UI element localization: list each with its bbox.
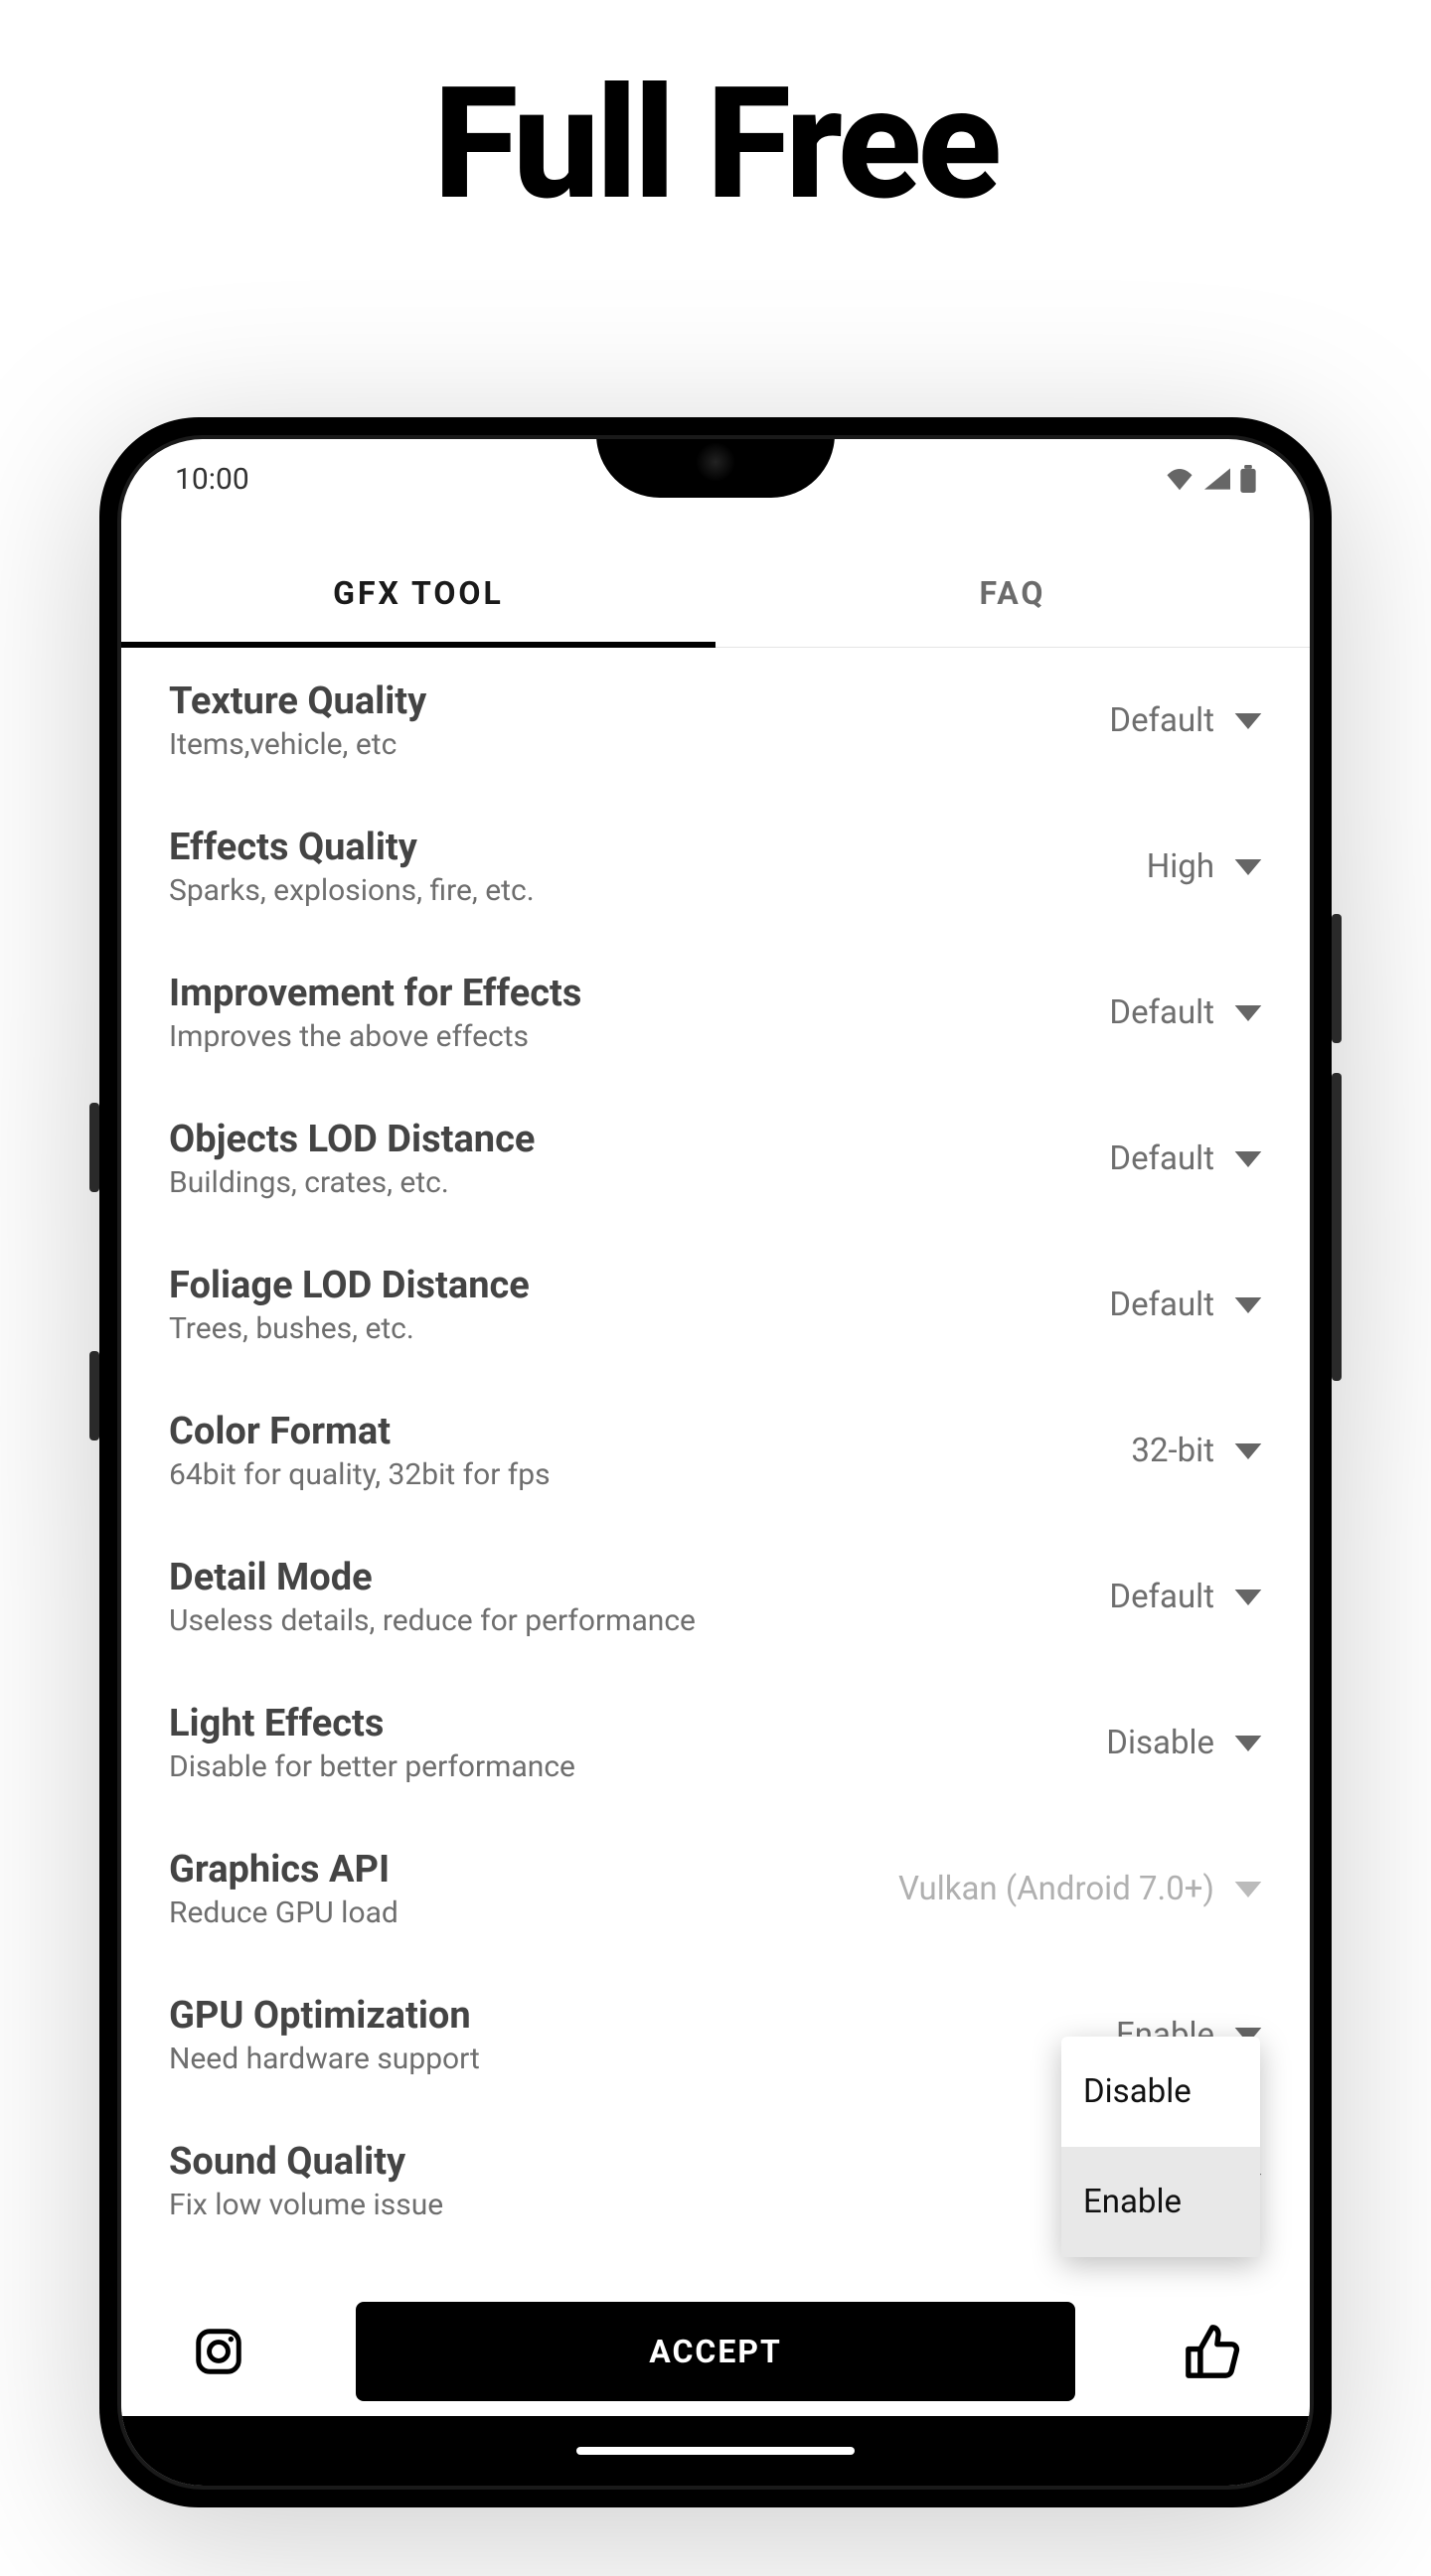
battery-icon (1240, 465, 1256, 493)
phone-side-button (89, 1351, 99, 1440)
bottom-bar: ACCEPT (121, 2287, 1310, 2416)
phone-side-button (1332, 1073, 1342, 1381)
thumbs-up-icon (1184, 2323, 1241, 2380)
tab-gfx-tool[interactable]: GFX TOOL (121, 538, 716, 647)
setting-title: Foliage LOD Distance (169, 1264, 1109, 1307)
setting-title: GPU Optimization (169, 1994, 1116, 2038)
setting-value: Disable (1106, 1724, 1214, 1762)
setting-subtitle: Fix low volume issue (169, 2188, 1214, 2222)
like-button[interactable] (1185, 2324, 1240, 2379)
chevron-down-icon (1234, 1882, 1262, 1897)
instagram-button[interactable] (191, 2324, 246, 2379)
setting-foliage-lod-distance[interactable]: Foliage LOD Distance Trees, bushes, etc.… (169, 1232, 1262, 1378)
chevron-down-icon (1234, 1005, 1262, 1021)
setting-objects-lod-distance[interactable]: Objects LOD Distance Buildings, crates, … (169, 1086, 1262, 1232)
setting-subtitle: Improves the above effects (169, 1019, 1109, 1054)
setting-subtitle: Buildings, crates, etc. (169, 1165, 1109, 1200)
dropdown-item-enable[interactable]: Enable (1061, 2147, 1260, 2257)
setting-effects-quality[interactable]: Effects Quality Sparks, explosions, fire… (169, 794, 1262, 940)
setting-value: Default (1109, 1139, 1214, 1178)
setting-value: Default (1109, 1286, 1214, 1324)
accept-label: ACCEPT (649, 2333, 782, 2370)
setting-graphics-api[interactable]: Graphics API Reduce GPU load Vulkan (And… (169, 1816, 1262, 1962)
setting-improvement-for-effects[interactable]: Improvement for Effects Improves the abo… (169, 940, 1262, 1086)
setting-color-format[interactable]: Color Format 64bit for quality, 32bit fo… (169, 1378, 1262, 1524)
setting-subtitle: Need hardware support (169, 2042, 1116, 2076)
setting-title: Objects LOD Distance (169, 1118, 1109, 1161)
phone-camera (696, 442, 735, 482)
tabs: GFX TOOL FAQ (121, 538, 1310, 648)
setting-value: Default (1109, 993, 1214, 1032)
setting-value: 32-bit (1131, 1432, 1214, 1470)
setting-title: Color Format (169, 1410, 1131, 1453)
phone-notch (596, 439, 835, 498)
signal-icon (1204, 467, 1230, 491)
dropdown-item-label: Enable (1083, 2183, 1182, 2221)
dropdown-item-disable[interactable]: Disable (1061, 2037, 1260, 2147)
status-time: 10:00 (175, 462, 249, 497)
gesture-handle[interactable] (576, 2447, 855, 2455)
instagram-icon (192, 2325, 245, 2378)
setting-subtitle: Trees, bushes, etc. (169, 1311, 1109, 1346)
chevron-down-icon (1234, 859, 1262, 875)
setting-subtitle: 64bit for quality, 32bit for fps (169, 1457, 1131, 1492)
chevron-down-icon (1234, 1736, 1262, 1751)
setting-title: Detail Mode (169, 1556, 1109, 1599)
tab-label: GFX TOOL (333, 574, 504, 612)
setting-title: Effects Quality (169, 826, 1147, 869)
dropdown-menu: Disable Enable (1061, 2037, 1260, 2257)
chevron-down-icon (1234, 713, 1262, 729)
setting-subtitle: Sparks, explosions, fire, etc. (169, 873, 1147, 908)
phone-side-button (89, 1103, 99, 1192)
setting-detail-mode[interactable]: Detail Mode Useless details, reduce for … (169, 1524, 1262, 1670)
dropdown-item-label: Disable (1083, 2072, 1192, 2111)
setting-subtitle: Reduce GPU load (169, 1895, 898, 1930)
chevron-down-icon (1234, 1590, 1262, 1605)
setting-subtitle: Items,vehicle, etc (169, 727, 1109, 762)
setting-value: Default (1109, 1578, 1214, 1616)
setting-subtitle: Disable for better performance (169, 1749, 1106, 1784)
wifi-icon (1165, 467, 1194, 491)
setting-value: High (1147, 847, 1214, 886)
accept-button[interactable]: ACCEPT (356, 2302, 1075, 2401)
setting-light-effects[interactable]: Light Effects Disable for better perform… (169, 1670, 1262, 1816)
setting-title: Sound Quality (169, 2140, 1214, 2184)
page-title: Full Free (0, 0, 1431, 230)
setting-texture-quality[interactable]: Texture Quality Items,vehicle, etc Defau… (169, 648, 1262, 794)
setting-subtitle: Useless details, reduce for performance (169, 1603, 1109, 1638)
setting-title: Light Effects (169, 1702, 1106, 1745)
setting-title: Texture Quality (169, 680, 1109, 723)
phone-frame: 10:00 (99, 417, 1332, 2507)
chevron-down-icon (1234, 1443, 1262, 1459)
setting-value: Vulkan (Android 7.0+) (898, 1870, 1214, 1908)
setting-title: Graphics API (169, 1848, 898, 1892)
phone-side-button (1332, 914, 1342, 1043)
chevron-down-icon (1234, 1297, 1262, 1313)
setting-title: Improvement for Effects (169, 972, 1109, 1015)
tab-faq[interactable]: FAQ (716, 538, 1310, 647)
chevron-down-icon (1234, 1151, 1262, 1167)
tab-label: FAQ (980, 574, 1046, 612)
setting-value: Default (1109, 701, 1214, 740)
navigation-bar (121, 2416, 1310, 2486)
